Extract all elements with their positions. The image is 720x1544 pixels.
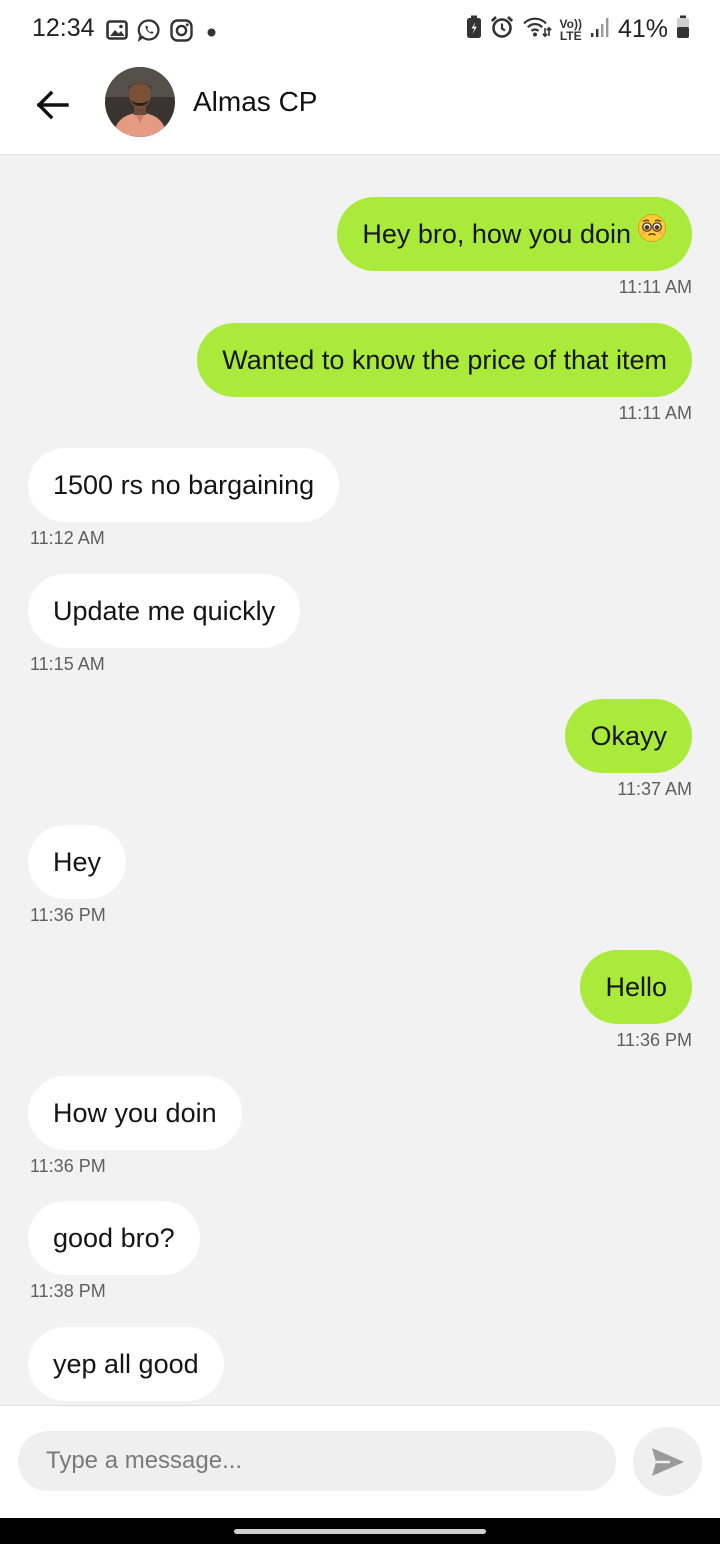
message-time: 11:12 AM bbox=[30, 528, 105, 548]
message-received: Hey 11:36 PM bbox=[28, 825, 127, 926]
back-button[interactable] bbox=[30, 82, 76, 128]
message-text: Hey bro, how you doin bbox=[362, 219, 631, 249]
message-bubble[interactable]: How you doin bbox=[28, 1076, 242, 1150]
home-indicator[interactable] bbox=[234, 1529, 486, 1534]
message-bubble[interactable]: Wanted to know the price of that item bbox=[197, 323, 692, 397]
message-time: 11:11 AM bbox=[618, 403, 692, 423]
message-list[interactable]: Hey bro, how you doin 11:11 AM Wanted to… bbox=[0, 155, 720, 1405]
message-bubble[interactable]: good bro? bbox=[28, 1201, 200, 1275]
message-bubble[interactable]: 1500 rs no bargaining bbox=[28, 448, 340, 522]
message-time: 11:36 PM bbox=[616, 1030, 692, 1050]
notification-icons bbox=[106, 18, 216, 47]
message-time: 11:15 AM bbox=[30, 654, 105, 674]
message-sent: Hey bro, how you doin 11:11 AM bbox=[337, 197, 692, 298]
volte-label-bottom: LTE bbox=[559, 28, 582, 43]
send-icon bbox=[651, 1447, 684, 1476]
pleading-face-emoji-icon bbox=[637, 197, 667, 271]
message-time: 11:36 PM bbox=[30, 1156, 106, 1176]
avatar[interactable] bbox=[105, 67, 175, 137]
gallery-icon bbox=[106, 20, 128, 45]
status-bar: 12:34 Vo)) LTE 41% bbox=[0, 0, 720, 62]
message-received: 1500 rs no bargaining 11:12 AM bbox=[28, 448, 340, 549]
system-nav-bar bbox=[0, 1518, 720, 1544]
message-bubble[interactable]: Hello bbox=[580, 950, 692, 1024]
signal-icon bbox=[590, 16, 610, 43]
volte-label-top: Vo)) bbox=[559, 16, 582, 31]
wifi-icon bbox=[522, 15, 552, 44]
message-sent: Okayy 11:37 AM bbox=[565, 699, 692, 800]
message-bubble[interactable]: Update me quickly bbox=[28, 574, 301, 648]
chat-header: Almas CP bbox=[0, 62, 720, 155]
status-time: 12:34 bbox=[32, 14, 95, 42]
battery-saver-icon bbox=[466, 15, 482, 44]
message-received: yep all good bbox=[28, 1327, 224, 1401]
battery-icon bbox=[676, 15, 690, 44]
message-time: 11:11 AM bbox=[618, 277, 692, 297]
message-input[interactable] bbox=[18, 1431, 616, 1491]
message-received: Update me quickly 11:15 AM bbox=[28, 574, 301, 675]
message-bubble[interactable]: Hey bro, how you doin bbox=[337, 197, 692, 271]
message-received: How you doin 11:36 PM bbox=[28, 1076, 242, 1177]
system-status-icons: Vo)) LTE 41% bbox=[466, 15, 690, 44]
message-time: 11:38 PM bbox=[30, 1281, 106, 1301]
message-sent: Hello 11:36 PM bbox=[580, 950, 692, 1051]
send-button[interactable] bbox=[633, 1427, 702, 1496]
message-bubble[interactable]: Hey bbox=[28, 825, 127, 899]
contact-name: Almas CP bbox=[193, 86, 318, 117]
message-sent: Wanted to know the price of that item 11… bbox=[197, 323, 692, 424]
message-bubble[interactable]: yep all good bbox=[28, 1327, 224, 1401]
message-bubble[interactable]: Okayy bbox=[565, 699, 692, 773]
message-time: 11:37 AM bbox=[617, 779, 692, 799]
whatsapp-icon bbox=[137, 18, 161, 47]
battery-percent: 41% bbox=[617, 15, 668, 43]
alarm-icon bbox=[490, 15, 514, 44]
message-received: good bro? 11:38 PM bbox=[28, 1201, 200, 1302]
composer-bar bbox=[0, 1405, 720, 1519]
dot-icon bbox=[207, 24, 216, 42]
volte-icon: Vo)) LTE bbox=[560, 18, 582, 42]
arrow-left-icon bbox=[36, 90, 69, 120]
message-time: 11:36 PM bbox=[30, 905, 106, 925]
instagram-icon bbox=[170, 18, 193, 47]
